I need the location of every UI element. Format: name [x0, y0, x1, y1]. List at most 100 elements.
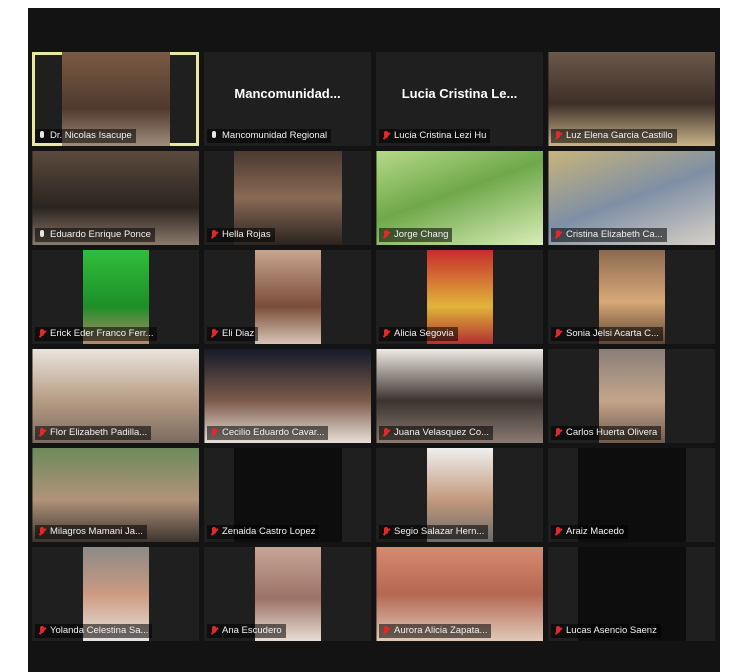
participant-tile[interactable]: Jorge Chang — [376, 151, 543, 245]
mic-icon — [38, 130, 47, 141]
participant-name: Eduardo Enrique Ponce — [50, 229, 151, 240]
mic-muted-icon — [210, 625, 219, 636]
participant-name: Lucia Cristina Lezi Hu — [394, 130, 487, 141]
participant-name-label: Luz Elena Garcia Castillo — [551, 129, 677, 143]
mic-muted-icon — [554, 130, 563, 141]
participant-name: Lucas Asencio Saenz — [566, 625, 657, 636]
participant-tile[interactable]: Yolanda Celestina Sa... — [32, 547, 199, 641]
mic-muted-icon — [382, 427, 391, 438]
participant-tile[interactable]: Lucia Cristina Le... Lucia Cristina Lezi … — [376, 52, 543, 146]
participant-name: Flor Elizabeth Padilla... — [50, 427, 148, 438]
participant-tile[interactable]: Flor Elizabeth Padilla... — [32, 349, 199, 443]
mic-muted-icon — [554, 328, 563, 339]
participant-name-label: Sonia Jelsi Acarta C... — [551, 327, 663, 341]
participant-headline: Lucia Cristina Le... — [401, 86, 518, 101]
participant-name-label: Cecilio Eduardo Cavar... — [207, 426, 329, 440]
participant-headline: Mancomunidad... — [234, 86, 341, 101]
participant-tile[interactable]: Hella Rojas — [204, 151, 371, 245]
participant-name-label: Juana Velasquez Co... — [379, 426, 494, 440]
participant-name: Segio Salazar Hern... — [394, 526, 485, 537]
participant-name: Milagros Mamani Ja... — [50, 526, 143, 537]
mic-muted-icon — [382, 526, 391, 537]
mic-muted-icon — [210, 328, 219, 339]
participant-name-label: Eli Diaz — [207, 327, 259, 341]
participant-tile[interactable]: Alicia Segovia — [376, 250, 543, 344]
participant-name: Alicia Segovia — [394, 328, 454, 339]
participant-tile[interactable]: Araiz Macedo — [548, 448, 715, 542]
participant-name: Yolanda Celestina Sa... — [50, 625, 149, 636]
mic-muted-icon — [382, 328, 391, 339]
participant-name-label: Cristina Elizabeth Ca... — [551, 228, 667, 242]
zoom-meeting-window: Dr. Nicolas Isacupe Mancomunidad... Mancom… — [28, 8, 720, 672]
participant-name-label: Lucia Cristina Lezi Hu — [379, 129, 491, 143]
participant-name-label: Flor Elizabeth Padilla... — [35, 426, 152, 440]
participant-tile[interactable]: Ana Escudero — [204, 547, 371, 641]
participant-name: Cristina Elizabeth Ca... — [566, 229, 663, 240]
participant-tile[interactable]: Aurora Alicia Zapata... — [376, 547, 543, 641]
participant-name: Carlos Huerta Olivera — [566, 427, 658, 438]
participant-name-label: Jorge Chang — [379, 228, 453, 242]
gallery-grid: Dr. Nicolas Isacupe Mancomunidad... Mancom… — [32, 52, 720, 646]
participant-tile[interactable]: Eli Diaz — [204, 250, 371, 344]
mic-muted-icon — [382, 229, 391, 240]
participant-tile[interactable]: Sonia Jelsi Acarta C... — [548, 250, 715, 344]
mic-muted-icon — [210, 526, 219, 537]
mic-icon — [210, 130, 219, 141]
participant-name-label: Dr. Nicolas Isacupe — [35, 129, 136, 143]
mic-muted-icon — [382, 130, 391, 141]
participant-name-label: Lucas Asencio Saenz — [551, 624, 661, 638]
participant-name: Sonia Jelsi Acarta C... — [566, 328, 659, 339]
participant-tile[interactable]: Segio Salazar Hern... — [376, 448, 543, 542]
participant-name-label: Hella Rojas — [207, 228, 275, 242]
participant-name: Zenaida Castro Lopez — [222, 526, 316, 537]
participant-tile[interactable]: Lucas Asencio Saenz — [548, 547, 715, 641]
participant-tile[interactable]: Luz Elena Garcia Castillo — [548, 52, 715, 146]
participant-name: Hella Rojas — [222, 229, 271, 240]
participant-name-label: Segio Salazar Hern... — [379, 525, 489, 539]
participant-name: Erick Eder Franco Ferr... — [50, 328, 154, 339]
mic-icon — [38, 229, 47, 240]
mic-muted-icon — [554, 625, 563, 636]
participant-name: Cecilio Eduardo Cavar... — [222, 427, 325, 438]
participant-name-label: Eduardo Enrique Ponce — [35, 228, 155, 242]
participant-tile[interactable]: Mancomunidad... Mancomunidad Regional — [204, 52, 371, 146]
participant-tile[interactable]: Juana Velasquez Co... — [376, 349, 543, 443]
participant-video — [254, 250, 321, 344]
mic-muted-icon — [38, 328, 47, 339]
participant-name-label: Yolanda Celestina Sa... — [35, 624, 153, 638]
participant-name-label: Mancomunidad Regional — [207, 129, 332, 143]
participant-name-label: Milagros Mamani Ja... — [35, 525, 147, 539]
mic-muted-icon — [554, 526, 563, 537]
participant-name: Ana Escudero — [222, 625, 282, 636]
participant-name: Eli Diaz — [222, 328, 255, 339]
participant-tile[interactable]: Dr. Nicolas Isacupe — [32, 52, 199, 146]
participant-name: Araiz Macedo — [566, 526, 625, 537]
participant-name: Mancomunidad Regional — [222, 130, 328, 141]
mic-muted-icon — [382, 625, 391, 636]
participant-name: Aurora Alicia Zapata... — [394, 625, 488, 636]
mic-muted-icon — [38, 427, 47, 438]
participant-name: Juana Velasquez Co... — [394, 427, 490, 438]
participant-tile[interactable]: Zenaida Castro Lopez — [204, 448, 371, 542]
mic-muted-icon — [38, 526, 47, 537]
participant-name: Jorge Chang — [394, 229, 449, 240]
participant-name-label: Araiz Macedo — [551, 525, 629, 539]
participant-tile[interactable]: Carlos Huerta Olivera — [548, 349, 715, 443]
participant-name: Dr. Nicolas Isacupe — [50, 130, 132, 141]
participant-name-label: Ana Escudero — [207, 624, 286, 638]
participant-name-label: Carlos Huerta Olivera — [551, 426, 662, 440]
participant-tile[interactable]: Eduardo Enrique Ponce — [32, 151, 199, 245]
participant-tile[interactable]: Cecilio Eduardo Cavar... — [204, 349, 371, 443]
mic-muted-icon — [554, 427, 563, 438]
participant-name: Luz Elena Garcia Castillo — [566, 130, 673, 141]
participant-name-label: Erick Eder Franco Ferr... — [35, 327, 158, 341]
mic-muted-icon — [38, 625, 47, 636]
mic-muted-icon — [554, 229, 563, 240]
participant-tile[interactable]: Milagros Mamani Ja... — [32, 448, 199, 542]
participant-tile[interactable]: Erick Eder Franco Ferr... — [32, 250, 199, 344]
participant-name-label: Aurora Alicia Zapata... — [379, 624, 492, 638]
participant-tile[interactable]: Cristina Elizabeth Ca... — [548, 151, 715, 245]
participant-name-label: Alicia Segovia — [379, 327, 458, 341]
mic-muted-icon — [210, 229, 219, 240]
mic-muted-icon — [210, 427, 219, 438]
